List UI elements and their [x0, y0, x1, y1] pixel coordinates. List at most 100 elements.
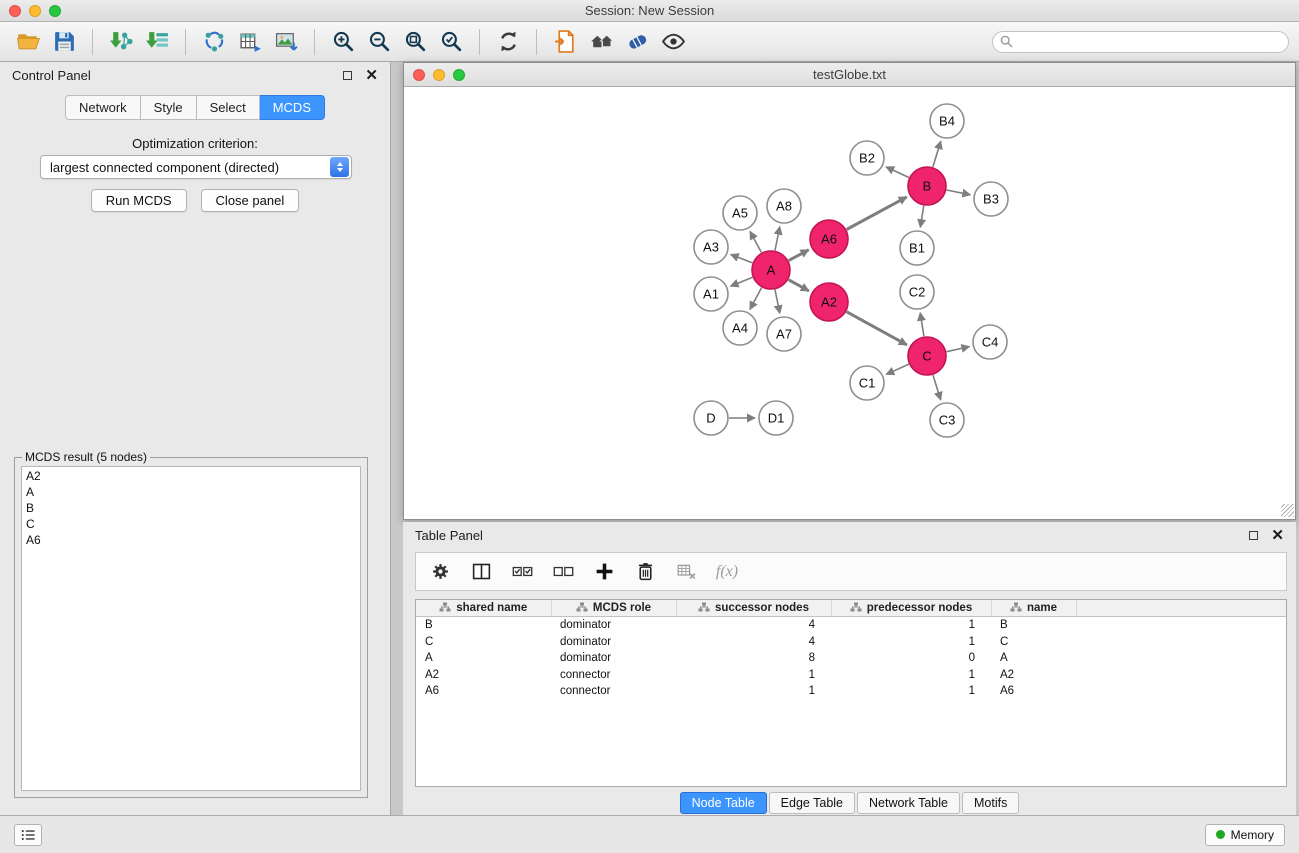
edge-A-A3[interactable] — [731, 255, 753, 263]
edge-A-A8[interactable] — [775, 227, 780, 251]
node-B1[interactable]: B1 — [900, 231, 934, 265]
export-document-icon[interactable] — [547, 26, 583, 58]
column-header-successor-nodes[interactable]: successor nodes — [676, 600, 831, 617]
table-close-panel-icon[interactable]: ✕ — [1271, 528, 1284, 543]
tab-select[interactable]: Select — [197, 95, 260, 120]
node-A8[interactable]: A8 — [767, 189, 801, 223]
node-A2[interactable]: A2 — [810, 283, 848, 321]
zoom-window-button[interactable] — [49, 5, 61, 17]
visual-style-icon[interactable] — [619, 26, 655, 58]
node-B3[interactable]: B3 — [974, 182, 1008, 216]
column-header-name[interactable]: name — [991, 600, 1076, 617]
node-C2[interactable]: C2 — [900, 275, 934, 309]
network-zoom-button[interactable] — [453, 69, 465, 81]
minimize-window-button[interactable] — [29, 5, 41, 17]
search-input[interactable] — [992, 31, 1289, 53]
table-row[interactable]: Cdominator41C — [416, 634, 1286, 651]
close-panel-icon[interactable]: ✕ — [365, 68, 378, 83]
optimization-criterion-dropdown[interactable]: largest connected component (directed) — [40, 155, 352, 179]
tab-style[interactable]: Style — [141, 95, 197, 120]
memory-button[interactable]: Memory — [1205, 824, 1285, 846]
import-network-icon[interactable] — [103, 26, 139, 58]
edge-A-A7[interactable] — [775, 290, 780, 314]
save-icon[interactable] — [46, 26, 82, 58]
network-minimize-button[interactable] — [433, 69, 445, 81]
edge-C-C2[interactable] — [920, 313, 924, 337]
eye-icon[interactable] — [655, 26, 691, 58]
function-builder-button[interactable]: f(x) — [715, 558, 739, 586]
edge-A-A2[interactable] — [789, 280, 809, 291]
node-C[interactable]: C — [908, 337, 946, 375]
edge-A2-C[interactable] — [847, 312, 907, 345]
network-close-button[interactable] — [413, 69, 425, 81]
new-table-icon[interactable] — [232, 26, 268, 58]
node-A6[interactable]: A6 — [810, 220, 848, 258]
node-D1[interactable]: D1 — [759, 401, 793, 435]
tab-network-table[interactable]: Network Table — [857, 792, 960, 814]
node-C3[interactable]: C3 — [930, 403, 964, 437]
edge-C-C4[interactable] — [947, 347, 970, 352]
tab-mcds[interactable]: MCDS — [260, 95, 325, 120]
table-row[interactable]: Bdominator41B — [416, 617, 1286, 634]
close-window-button[interactable] — [9, 5, 21, 17]
import-table-icon[interactable] — [139, 26, 175, 58]
run-mcds-button[interactable]: Run MCDS — [91, 189, 187, 212]
table-float-panel-icon[interactable] — [1249, 531, 1258, 540]
mcds-result-list[interactable]: A2ABCA6 — [21, 466, 361, 791]
zoom-in-icon[interactable] — [325, 26, 361, 58]
column-header-MCDS-role[interactable]: MCDS role — [551, 600, 676, 617]
column-header-predecessor-nodes[interactable]: predecessor nodes — [831, 600, 991, 617]
edge-B-B3[interactable] — [947, 190, 971, 195]
mcds-result-item[interactable]: C — [22, 516, 360, 532]
select-all-button[interactable] — [510, 558, 534, 586]
network-canvas[interactable]: B4B2BB3A8A5A6A3B1AC2A1A2A4A7C4CC1C3DD1 — [404, 87, 1295, 518]
node-A5[interactable]: A5 — [723, 196, 757, 230]
node-B[interactable]: B — [908, 167, 946, 205]
tab-edge-table[interactable]: Edge Table — [769, 792, 855, 814]
task-history-button[interactable] — [14, 824, 42, 846]
mcds-result-item[interactable]: A2 — [22, 468, 360, 484]
delete-row-button[interactable] — [633, 558, 657, 586]
edge-B-B1[interactable] — [920, 206, 924, 228]
settings-gear-button[interactable] — [428, 558, 452, 586]
refresh-icon[interactable] — [490, 26, 526, 58]
tab-motifs[interactable]: Motifs — [962, 792, 1019, 814]
delete-table-button[interactable] — [674, 558, 698, 586]
export-image-icon[interactable] — [268, 26, 304, 58]
network-canvas-container[interactable]: B4B2BB3A8A5A6A3B1AC2A1A2A4A7C4CC1C3DD1 — [404, 87, 1295, 518]
close-panel-button[interactable]: Close panel — [201, 189, 300, 212]
node-A3[interactable]: A3 — [694, 230, 728, 264]
home-icon[interactable] — [583, 26, 619, 58]
column-header-shared-name[interactable]: shared name — [416, 600, 551, 617]
node-A7[interactable]: A7 — [767, 317, 801, 351]
mcds-result-item[interactable]: A6 — [22, 532, 360, 548]
edge-B-B4[interactable] — [933, 141, 941, 167]
edge-A-A6[interactable] — [789, 250, 809, 261]
resize-grip-icon[interactable] — [1281, 504, 1294, 517]
tab-network[interactable]: Network — [65, 95, 141, 120]
zoom-fit-icon[interactable] — [397, 26, 433, 58]
edge-A-A1[interactable] — [731, 277, 753, 286]
zoom-selected-icon[interactable] — [433, 26, 469, 58]
new-network-icon[interactable] — [196, 26, 232, 58]
mcds-result-item[interactable]: B — [22, 500, 360, 516]
edge-A-A4[interactable] — [750, 288, 762, 310]
unselect-all-button[interactable] — [551, 558, 575, 586]
edge-B-B2[interactable] — [886, 167, 909, 178]
node-C4[interactable]: C4 — [973, 325, 1007, 359]
node-C1[interactable]: C1 — [850, 366, 884, 400]
table-row[interactable]: A2connector11A2 — [416, 667, 1286, 684]
mcds-result-item[interactable]: A — [22, 484, 360, 500]
edge-C-C1[interactable] — [886, 364, 909, 374]
node-D[interactable]: D — [694, 401, 728, 435]
open-folder-icon[interactable] — [10, 26, 46, 58]
edge-A-A5[interactable] — [750, 231, 761, 252]
float-panel-icon[interactable] — [343, 71, 352, 80]
edge-A6-B[interactable] — [847, 197, 907, 230]
node-A1[interactable]: A1 — [694, 277, 728, 311]
node-B4[interactable]: B4 — [930, 104, 964, 138]
node-B2[interactable]: B2 — [850, 141, 884, 175]
add-row-button[interactable] — [592, 558, 616, 586]
node-A4[interactable]: A4 — [723, 311, 757, 345]
table-row[interactable]: Adominator80A — [416, 650, 1286, 667]
